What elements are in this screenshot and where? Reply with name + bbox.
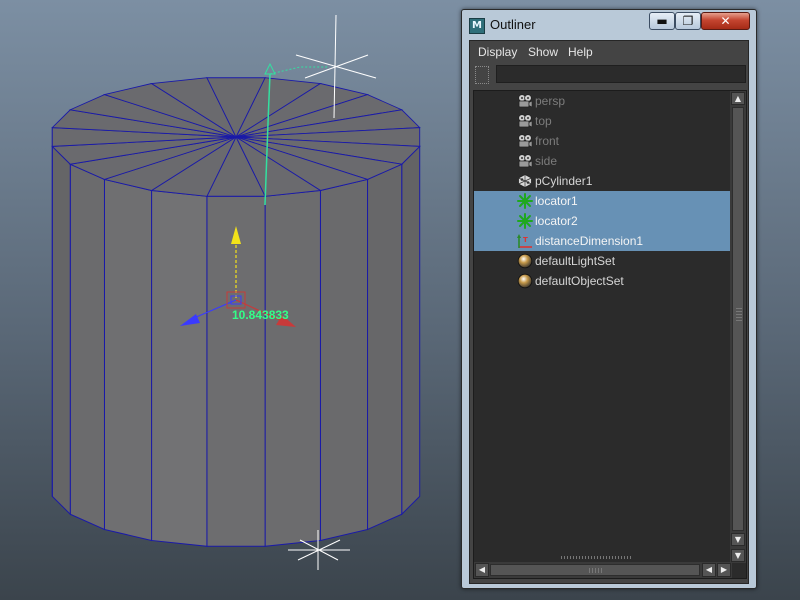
outliner-item-label: locator2 [535, 214, 578, 228]
outliner-item-side[interactable]: side [474, 151, 732, 171]
outliner-item-label: defaultObjectSet [535, 274, 624, 288]
outliner-item-distanceDimension1[interactable]: TdistanceDimension1 [474, 231, 732, 251]
cylinder-side-face [319, 178, 369, 542]
camera-icon [517, 153, 533, 169]
distance-readout: 10.843833 [232, 308, 289, 322]
outliner-item-label: pCylinder1 [535, 174, 593, 188]
set-icon [517, 253, 533, 269]
scroll-down-button-upper[interactable]: ▼ [731, 533, 745, 546]
cylinder-side-face [103, 178, 153, 542]
cylinder-side-face [151, 189, 208, 547]
horizontal-scroll-thumb[interactable] [490, 564, 700, 576]
filter-input[interactable] [496, 65, 746, 83]
scroll-right-button[interactable]: ▶ [717, 563, 731, 577]
outliner-item-front[interactable]: front [474, 131, 732, 151]
close-button[interactable]: ✕ [701, 12, 750, 30]
vertical-scrollbar[interactable]: ▲ ▼ ▼ [730, 91, 746, 563]
camera-icon [517, 93, 533, 109]
scroll-left-button-secondary[interactable]: ◀ [702, 563, 716, 577]
menu-help[interactable]: Help [568, 45, 593, 59]
mesh-icon [517, 173, 533, 189]
cylinder-side-face [51, 145, 71, 516]
filter-toggle-icon[interactable] [475, 66, 489, 84]
cylinder-side-face [69, 163, 105, 531]
minimize-button[interactable]: ▬ [649, 12, 675, 30]
outliner-item-defaultObjectSet[interactable]: defaultObjectSet [474, 271, 732, 291]
window-title: Outliner [490, 17, 536, 32]
locator-icon [517, 213, 533, 229]
outliner-item-label: persp [535, 94, 566, 108]
outliner-item-top[interactable]: top [474, 111, 732, 131]
outliner-item-locator1[interactable]: locator1 [474, 191, 732, 211]
outliner-item-defaultLightSet[interactable]: defaultLightSet [474, 251, 732, 271]
outliner-item-label: top [535, 114, 552, 128]
distance-dimension-icon: T [517, 233, 533, 249]
resize-grip[interactable] [561, 556, 631, 559]
outliner-item-label: front [535, 134, 560, 148]
maximize-button[interactable]: ❐ [675, 12, 701, 30]
outliner-panel: Display Show Help persp top front side pCyli… [469, 40, 749, 584]
outliner-item-label: side [535, 154, 558, 168]
outliner-item-pCylinder1[interactable]: pCylinder1 [474, 171, 732, 191]
menu-display[interactable]: Display [478, 45, 517, 59]
horizontal-scrollbar[interactable]: ◀ ◀ ▶ [474, 562, 732, 578]
scroll-down-button[interactable]: ▼ [731, 549, 745, 562]
camera-icon [517, 133, 533, 149]
scroll-up-button[interactable]: ▲ [731, 92, 745, 105]
title-bar[interactable]: M Outliner ▬ ❐ ✕ [462, 10, 756, 40]
outliner-window[interactable]: M Outliner ▬ ❐ ✕ Display Show Help persp… [461, 9, 757, 589]
vertical-scroll-thumb[interactable] [732, 107, 744, 531]
menu-show[interactable]: Show [528, 45, 558, 59]
cylinder-side-face [401, 145, 421, 516]
scroll-left-button[interactable]: ◀ [475, 563, 489, 577]
cylinder-side-face [264, 189, 321, 547]
scroll-grip-icon [589, 568, 603, 573]
menu-bar: Display Show Help [470, 41, 748, 63]
maya-app-icon: M [469, 18, 485, 34]
outliner-item-label: locator1 [535, 194, 578, 208]
outliner-item-label: distanceDimension1 [535, 234, 644, 248]
set-icon [517, 273, 533, 289]
outliner-item-label: defaultLightSet [535, 254, 616, 268]
cylinder-side-face [206, 195, 266, 547]
svg-text:T: T [523, 236, 528, 244]
locator-icon [517, 193, 533, 209]
camera-icon [517, 113, 533, 129]
outliner-item-persp[interactable]: persp [474, 91, 732, 111]
outliner-list: persp top front side pCylinder1 locator1 locat… [474, 91, 732, 291]
outliner-tree[interactable]: persp top front side pCylinder1 locator1 locat… [473, 90, 747, 579]
outliner-item-locator2[interactable]: locator2 [474, 211, 732, 231]
scroll-grip-icon [736, 308, 742, 322]
cylinder-side-face [367, 163, 403, 531]
